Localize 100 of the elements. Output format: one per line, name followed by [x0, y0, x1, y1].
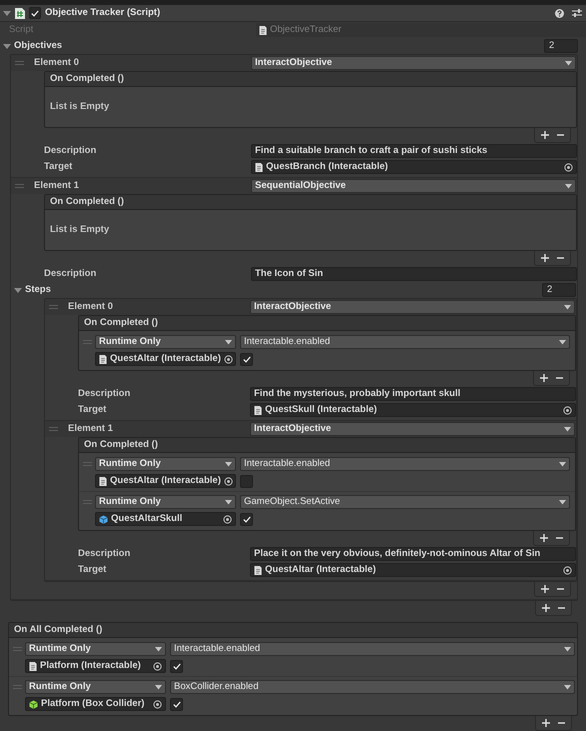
field-label: Target — [44, 160, 72, 174]
plus-icon — [542, 604, 550, 612]
text-field[interactable]: Place it on the very obvious, definitely-not-ominous Altar of Sin — [250, 547, 576, 561]
help-icon[interactable] — [555, 8, 564, 18]
field-label: Element 1 — [34, 178, 79, 193]
add-button[interactable] — [541, 254, 549, 262]
add-button[interactable] — [542, 719, 550, 727]
drag-handle-icon[interactable] — [15, 184, 24, 188]
checkbox[interactable] — [170, 698, 183, 710]
plus-icon — [541, 131, 549, 139]
dropdown[interactable]: Interactable.enabled — [170, 642, 575, 656]
drag-handle-icon[interactable] — [15, 61, 24, 65]
component-title: Objective Tracker (Script) — [45, 6, 162, 20]
object-picker-icon[interactable] — [223, 514, 232, 524]
dropdown-caret-icon — [564, 684, 571, 690]
object-field[interactable]: QuestAltar (Interactable) — [95, 474, 236, 488]
dropdown-caret-icon — [559, 500, 566, 504]
script-file-icon — [29, 662, 37, 670]
dropdown[interactable]: Interactable.enabled — [240, 335, 570, 349]
object-picker-icon[interactable] — [564, 162, 573, 172]
object-picker-icon[interactable] — [563, 566, 572, 574]
object-field[interactable]: QuestAltar (Interactable) — [95, 352, 236, 366]
foldout-arrow-icon[interactable] — [3, 42, 11, 50]
object-field[interactable]: QuestBranch (Interactable) — [251, 160, 577, 174]
dropdown[interactable]: Runtime Only — [25, 680, 166, 694]
field-label: Element 1 — [68, 422, 113, 436]
script-field: ObjectiveTracker — [256, 23, 586, 37]
checkbox[interactable] — [29, 7, 41, 19]
dropdown-caret-icon — [225, 500, 232, 504]
text-field[interactable]: The Icon of Sin — [251, 267, 577, 281]
dropdown[interactable]: InteractObjective — [251, 56, 576, 70]
count-field[interactable]: 2 — [544, 39, 578, 53]
object-field[interactable]: QuestAltar (Interactable) — [250, 563, 576, 577]
checkmark-icon — [172, 662, 180, 670]
field-label: Description — [44, 144, 96, 158]
object-picker-icon[interactable] — [153, 700, 162, 708]
dropdown[interactable]: Runtime Only — [95, 457, 236, 471]
field-label: Target — [78, 402, 106, 417]
count-field[interactable]: 2 — [542, 283, 576, 297]
dropdown[interactable]: BoxCollider.enabled — [170, 680, 575, 694]
object-field[interactable]: QuestSkull (Interactable) — [250, 403, 576, 417]
add-button[interactable] — [541, 131, 549, 139]
drag-handle-icon[interactable] — [49, 427, 58, 431]
dropdown-caret-icon — [559, 340, 566, 344]
event-title: On Completed () — [50, 194, 124, 209]
script-file-icon — [99, 476, 107, 486]
cube-icon — [99, 514, 108, 524]
script-icon — [15, 8, 25, 18]
object-picker-icon[interactable] — [153, 662, 162, 670]
plus-icon — [540, 374, 548, 382]
object-picker-icon[interactable] — [224, 354, 233, 364]
dropdown[interactable]: Runtime Only — [95, 495, 236, 509]
dropdown[interactable]: Runtime Only — [95, 335, 236, 349]
dropdown[interactable]: GameObject.SetActive — [240, 495, 570, 509]
text-field[interactable]: Find the mysterious, probably important skull — [250, 387, 576, 401]
dropdown-caret-icon — [225, 462, 232, 466]
script-file-icon — [254, 566, 262, 574]
dropdown-caret-icon — [155, 684, 162, 690]
dropdown-caret-icon — [565, 184, 572, 188]
empty-list-text: List is Empty — [50, 100, 110, 114]
dropdown[interactable]: InteractObjective — [250, 422, 575, 436]
checkbox[interactable] — [240, 474, 253, 488]
dropdown-caret-icon — [559, 462, 566, 466]
object-field[interactable]: Platform (Box Collider) — [25, 697, 166, 711]
text-field[interactable]: Find a suitable branch to craft a pair of sushi sticks — [251, 144, 577, 158]
checkmark-icon — [242, 356, 250, 362]
checkbox[interactable] — [240, 352, 253, 366]
add-button[interactable] — [540, 374, 548, 382]
dropdown[interactable]: Runtime Only — [25, 642, 166, 656]
object-field[interactable]: QuestAltarSkull — [95, 512, 236, 526]
object-field[interactable]: Platform (Interactable) — [25, 659, 166, 673]
plus-icon — [541, 254, 549, 262]
checkmark-icon — [172, 700, 180, 708]
event-title: On Completed () — [84, 438, 158, 452]
add-button[interactable] — [542, 604, 550, 612]
dropdown-caret-icon — [225, 340, 232, 344]
checkmark-icon — [242, 516, 250, 522]
dropdown-caret-icon — [564, 646, 571, 652]
foldout-arrow-icon[interactable] — [14, 286, 22, 294]
field-label: Element 0 — [34, 56, 79, 70]
dropdown[interactable]: Interactable.enabled — [240, 457, 570, 471]
object-picker-icon[interactable] — [563, 406, 572, 414]
field-label: Steps — [25, 282, 51, 297]
script-file-icon — [255, 162, 263, 172]
dropdown[interactable]: SequentialObjective — [251, 179, 576, 193]
dropdown-caret-icon — [565, 60, 572, 66]
foldout-arrow-icon[interactable] — [3, 9, 11, 17]
checkbox[interactable] — [240, 512, 253, 526]
drag-handle-icon[interactable] — [49, 305, 58, 309]
dropdown-caret-icon — [564, 304, 571, 310]
checkbox[interactable] — [170, 660, 183, 672]
add-button[interactable] — [540, 534, 548, 542]
dropdown[interactable]: InteractObjective — [250, 300, 575, 314]
add-button[interactable] — [541, 585, 549, 593]
field-label: Description — [44, 266, 96, 281]
settings-sliders-icon[interactable] — [572, 8, 582, 18]
field-label: Objectives — [14, 38, 62, 53]
checkmark-icon — [31, 10, 39, 16]
plus-icon — [540, 534, 548, 542]
object-picker-icon[interactable] — [224, 476, 233, 486]
